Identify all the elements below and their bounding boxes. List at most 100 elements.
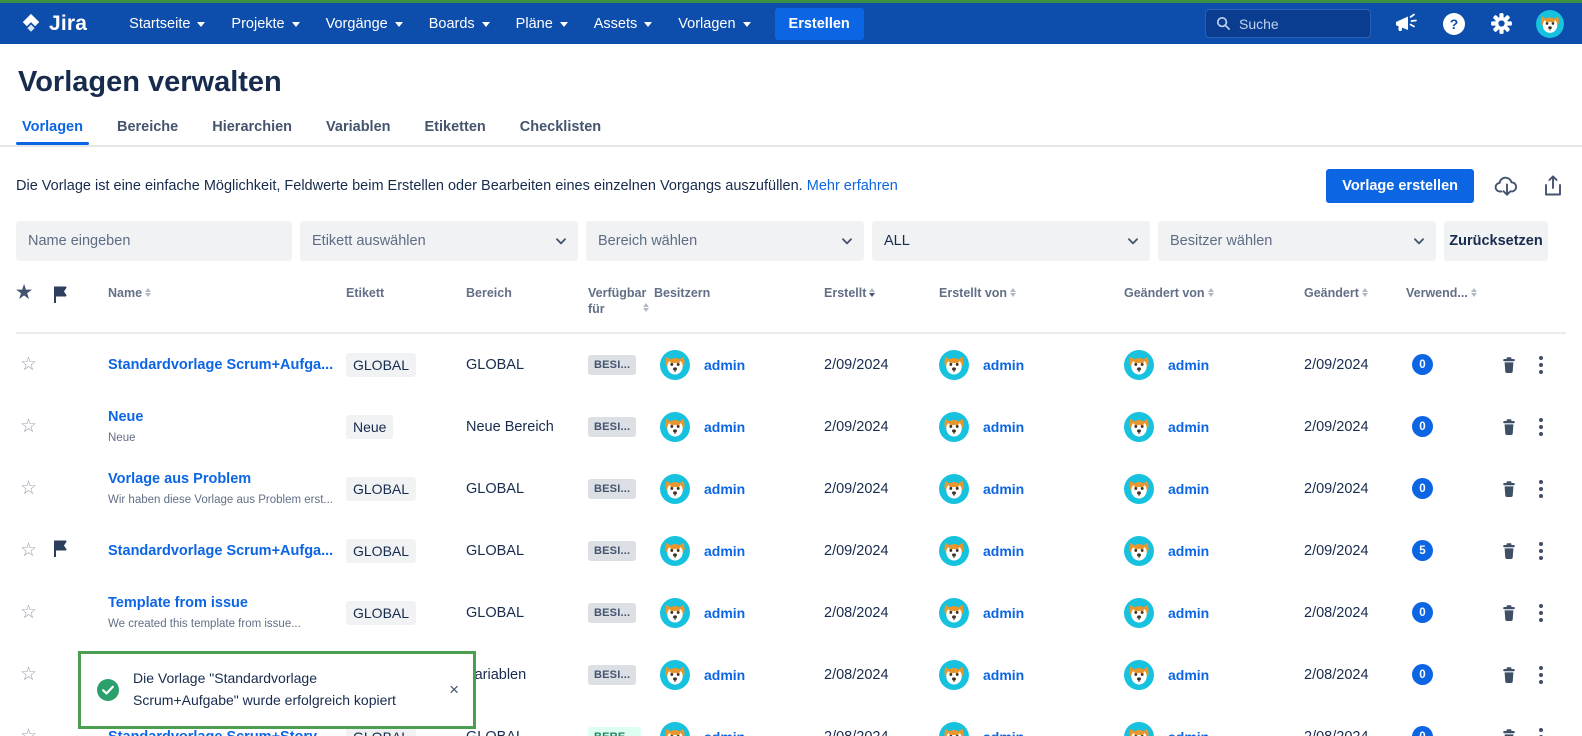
jira-logo[interactable]: Jira (20, 12, 87, 36)
nav-item-startseite[interactable]: Startseite (117, 10, 217, 38)
template-name-link[interactable]: Vorlage aus Problem (108, 471, 340, 487)
more-options-icon[interactable] (1538, 355, 1544, 375)
etikett-cell: GLOBAL (340, 477, 458, 501)
template-name-link[interactable]: Standardvorlage Scrum+Aufga... (108, 543, 340, 559)
tab-hierarchien[interactable]: Hierarchien (212, 119, 292, 145)
modified-by-link[interactable]: admin (1168, 543, 1209, 559)
template-name-link[interactable]: Neue (108, 409, 340, 425)
owner-link[interactable]: admin (704, 419, 745, 435)
column-header-erstellt[interactable]: Erstellt (810, 285, 925, 301)
nav-item-label: Pläne (516, 16, 553, 32)
more-options-icon[interactable] (1538, 541, 1544, 561)
more-options-icon[interactable] (1538, 417, 1544, 437)
filter-bereich-select[interactable]: Bereich wählen (586, 221, 864, 261)
favorite-star-icon[interactable]: ☆ (16, 539, 52, 562)
template-name-link[interactable]: Standardvorlage Scrum+Story ... (108, 729, 340, 736)
create-button[interactable]: Erstellen (775, 8, 864, 40)
nav-item-projekte[interactable]: Projekte (219, 10, 311, 38)
filter-etikett-select[interactable]: Etikett auswählen (300, 221, 578, 261)
filter-name-field[interactable] (16, 221, 292, 261)
modified-by-link[interactable]: admin (1168, 729, 1209, 736)
delete-trash-icon[interactable] (1500, 727, 1518, 736)
column-header-verwendet[interactable]: Verwend... (1398, 285, 1486, 301)
column-header-verfuegbar[interactable]: Verfügbar für (588, 285, 650, 318)
modified-by-link[interactable]: admin (1168, 481, 1209, 497)
created-by-link[interactable]: admin (983, 357, 1024, 373)
nav-item-vorlagen[interactable]: Vorlagen (666, 10, 762, 38)
column-header-erstellt-von[interactable]: Erstellt von (925, 285, 1110, 301)
created-by-link[interactable]: admin (983, 605, 1024, 621)
template-subtitle: Neue (108, 432, 340, 444)
filter-besitzer-select[interactable]: Besitzer wählen (1158, 221, 1436, 261)
star-column-header-icon[interactable]: ★ (16, 283, 52, 301)
availability-pill: BESI... (588, 603, 636, 623)
filter-availability-select[interactable]: ALL (872, 221, 1150, 261)
created-by-link[interactable]: admin (983, 667, 1024, 683)
created-by-link[interactable]: admin (983, 481, 1024, 497)
owner-link[interactable]: admin (704, 481, 745, 497)
template-name-link[interactable]: Template from issue (108, 595, 340, 611)
reset-filters-button[interactable]: Zurücksetzen (1444, 221, 1548, 261)
favorite-star-icon[interactable]: ☆ (16, 725, 52, 736)
more-options-icon[interactable] (1538, 727, 1544, 736)
tab-bereiche[interactable]: Bereiche (117, 119, 178, 145)
nav-item-pläne[interactable]: Pläne (504, 10, 580, 38)
delete-trash-icon[interactable] (1500, 541, 1518, 560)
export-icon[interactable] (1540, 172, 1566, 200)
global-search[interactable] (1205, 9, 1371, 38)
created-by-link[interactable]: admin (983, 419, 1024, 435)
delete-trash-icon[interactable] (1500, 603, 1518, 622)
more-options-icon[interactable] (1538, 479, 1544, 499)
favorite-star-icon[interactable]: ☆ (16, 663, 52, 686)
delete-trash-icon[interactable] (1500, 665, 1518, 684)
filter-name-input[interactable] (28, 233, 280, 249)
favorite-star-icon[interactable]: ☆ (16, 415, 52, 438)
nav-item-label: Vorgänge (326, 16, 388, 32)
delete-trash-icon[interactable] (1500, 479, 1518, 498)
created-by-link[interactable]: admin (983, 729, 1024, 736)
favorite-star-icon[interactable]: ☆ (16, 601, 52, 624)
owner-link[interactable]: admin (704, 357, 745, 373)
nav-item-vorgänge[interactable]: Vorgänge (314, 10, 415, 38)
owner-link[interactable]: admin (704, 667, 745, 683)
nav-item-boards[interactable]: Boards (417, 10, 502, 38)
column-header-geaendert[interactable]: Geändert (1290, 285, 1398, 301)
tab-etiketten[interactable]: Etiketten (425, 119, 486, 145)
bereich-cell: Variablen (458, 667, 588, 683)
import-cloud-icon[interactable] (1492, 172, 1522, 200)
owner-link[interactable]: admin (704, 543, 745, 559)
modified-by-link[interactable]: admin (1168, 419, 1209, 435)
tab-vorlagen[interactable]: Vorlagen (22, 119, 83, 145)
chevron-down-icon (1414, 238, 1424, 245)
favorite-star-icon[interactable]: ☆ (16, 353, 52, 376)
settings-gear-icon[interactable] (1489, 11, 1514, 36)
nav-item-assets[interactable]: Assets (582, 10, 665, 38)
favorite-star-icon[interactable]: ☆ (16, 477, 52, 500)
more-options-icon[interactable] (1538, 603, 1544, 623)
modified-by-link[interactable]: admin (1168, 605, 1209, 621)
user-avatar[interactable] (1536, 10, 1564, 38)
availability-pill: BESI... (588, 355, 636, 375)
tab-checklisten[interactable]: Checklisten (520, 119, 601, 145)
learn-more-link[interactable]: Mehr erfahren (807, 178, 898, 194)
flag-column-header-icon[interactable] (52, 285, 68, 303)
created-by-link[interactable]: admin (983, 543, 1024, 559)
delete-trash-icon[interactable] (1500, 417, 1518, 436)
column-header-name[interactable]: Name (92, 285, 340, 301)
create-template-button[interactable]: Vorlage erstellen (1326, 169, 1474, 203)
chevron-down-icon (197, 22, 205, 27)
bereich-cell: GLOBAL (458, 543, 588, 559)
owner-link[interactable]: admin (704, 605, 745, 621)
toast-close-button[interactable]: × (449, 680, 459, 700)
modified-by-link[interactable]: admin (1168, 357, 1209, 373)
search-input[interactable] (1239, 16, 1359, 32)
modified-by-link[interactable]: admin (1168, 667, 1209, 683)
template-name-link[interactable]: Standardvorlage Scrum+Aufga... (108, 357, 340, 373)
help-icon[interactable]: ? (1441, 11, 1467, 37)
column-header-geaendert-von[interactable]: Geändert von (1110, 285, 1290, 301)
tab-variablen[interactable]: Variablen (326, 119, 390, 145)
more-options-icon[interactable] (1538, 665, 1544, 685)
announcements-icon[interactable] (1393, 13, 1419, 35)
owner-link[interactable]: admin (704, 729, 745, 736)
delete-trash-icon[interactable] (1500, 355, 1518, 374)
